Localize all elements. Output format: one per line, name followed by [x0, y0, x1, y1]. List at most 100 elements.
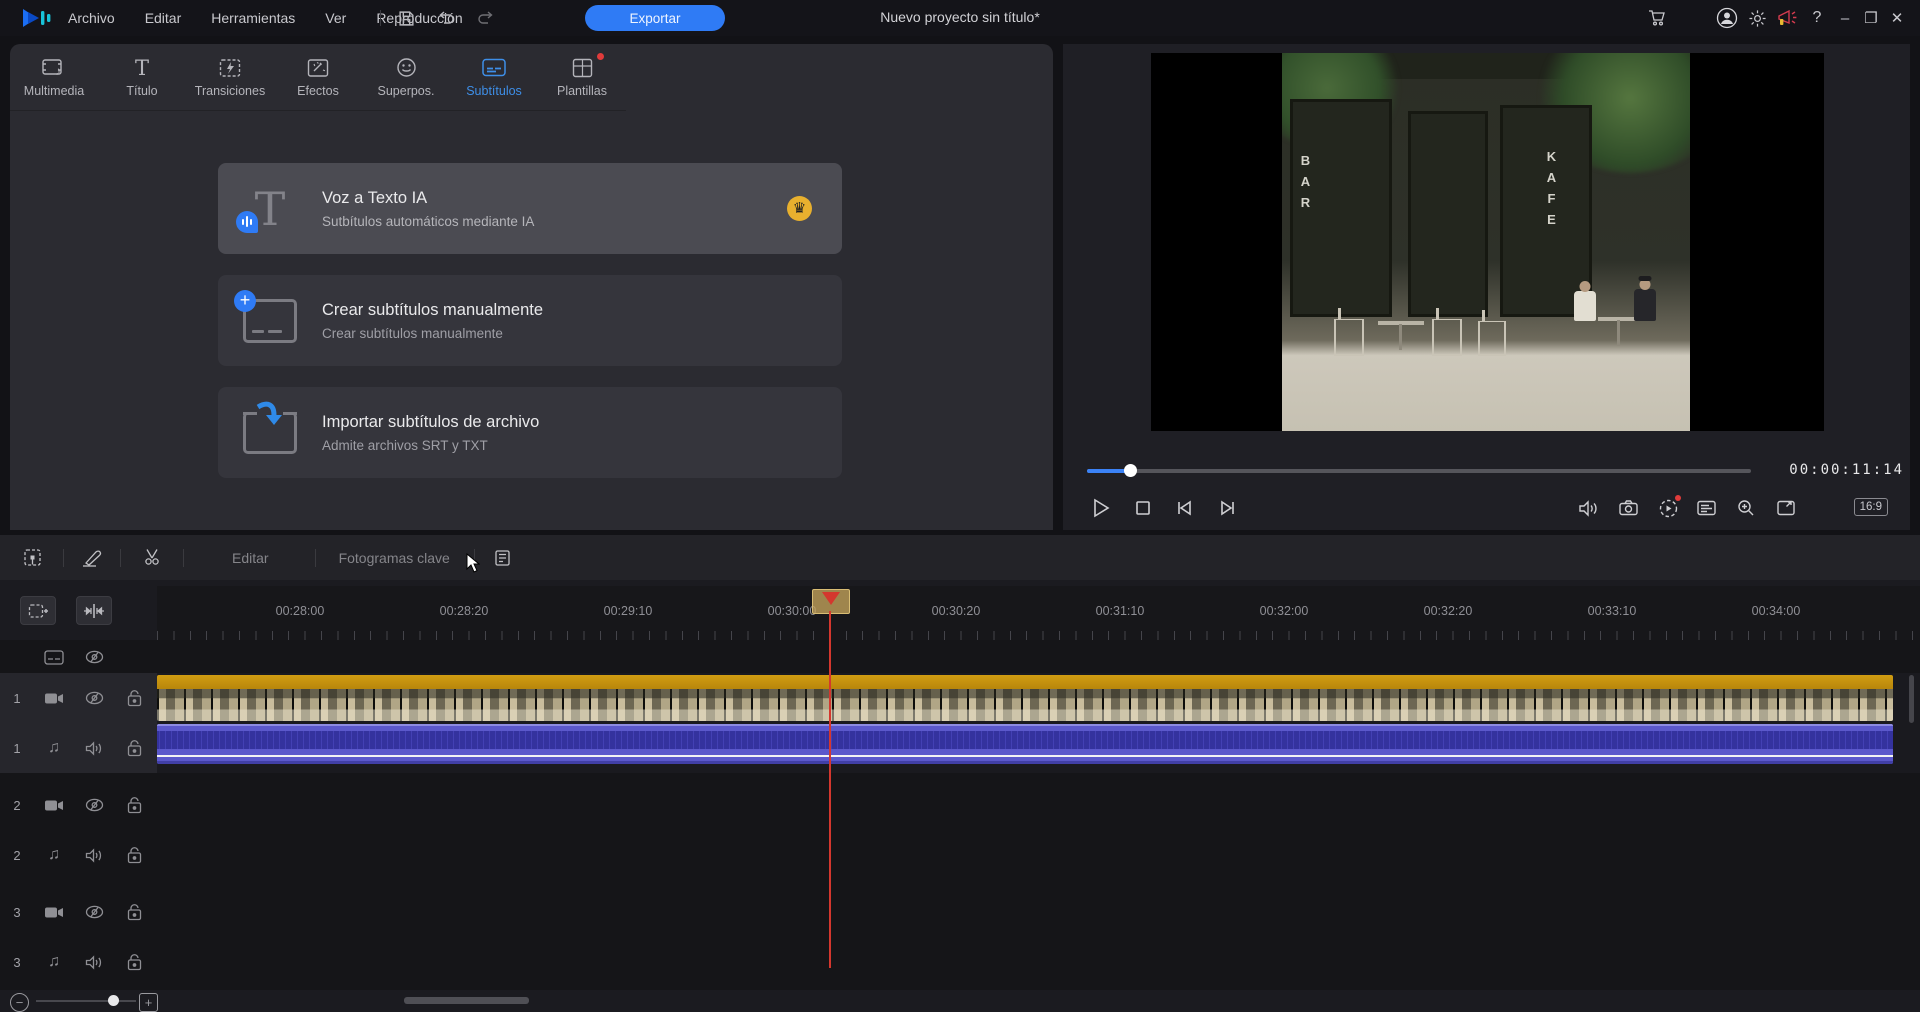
seek-bar[interactable]: [1087, 469, 1751, 473]
audio-clip[interactable]: [157, 724, 1893, 764]
lock-icon[interactable]: [114, 797, 154, 814]
playback-controls: 16:9: [1063, 490, 1910, 526]
snapshot-camera-button[interactable]: [1614, 494, 1642, 522]
tab-label: Plantillas: [557, 84, 607, 98]
timeline-zoom-handle[interactable]: [108, 995, 119, 1006]
scene-chair: [1432, 319, 1462, 356]
speaker-icon[interactable]: [74, 741, 114, 756]
stop-button[interactable]: [1129, 494, 1157, 522]
ruler-label: 00:29:10: [588, 604, 668, 618]
visibility-eye-icon[interactable]: [74, 691, 114, 705]
previous-frame-button[interactable]: [1171, 494, 1199, 522]
tracks-vertical-scrollbar[interactable]: [1909, 675, 1914, 723]
subtitle-visibility-icon[interactable]: [74, 650, 114, 664]
lock-icon[interactable]: [114, 740, 154, 757]
preview-zoom-button[interactable]: [1732, 494, 1760, 522]
close-button[interactable]: ✕: [1884, 9, 1910, 27]
track-number: 3: [0, 955, 34, 970]
scene-sign-bar: BAR: [1298, 153, 1313, 216]
keyframes-button[interactable]: Fotogramas clave: [339, 550, 450, 566]
horizontal-scrollbar[interactable]: [404, 997, 529, 1004]
card-voz-a-texto-ia[interactable]: T Voz a Texto IA Sutbítulos automáticos …: [218, 163, 842, 254]
notification-dot: [597, 53, 604, 60]
lock-icon[interactable]: [114, 954, 154, 971]
cart-icon[interactable]: [1642, 9, 1672, 27]
menu-herramientas[interactable]: Herramientas: [211, 10, 295, 26]
app-logo-icon: [22, 7, 56, 29]
track-row-video-1: 1: [0, 673, 1920, 723]
speaker-icon[interactable]: [74, 955, 114, 970]
ruler-corner: [0, 586, 157, 640]
minimize-button[interactable]: –: [1832, 10, 1858, 27]
lock-icon[interactable]: [114, 690, 154, 707]
mute-button[interactable]: [1574, 494, 1602, 522]
toolbar-separator: [315, 549, 316, 567]
play-button[interactable]: [1087, 494, 1115, 522]
timeline-zoom-slider[interactable]: [36, 1000, 136, 1002]
menu-ver[interactable]: Ver: [325, 10, 346, 26]
title-icon: T: [135, 57, 149, 79]
premium-crown-icon: ♛: [787, 196, 812, 221]
track-manager-icon[interactable]: [489, 545, 515, 571]
audio-clip-top-edge: [157, 724, 1893, 726]
track-number: 2: [0, 848, 34, 863]
scene-table: [1378, 321, 1424, 325]
video-clip-header: [157, 675, 1893, 689]
tab-subtitulos[interactable]: Subtítulos: [450, 44, 538, 110]
visibility-eye-icon[interactable]: [74, 905, 114, 919]
render-preview-button[interactable]: [1654, 494, 1682, 522]
visibility-eye-icon[interactable]: [74, 798, 114, 812]
mark-inout-button[interactable]: [1692, 494, 1720, 522]
card-importar-subtitulos[interactable]: Importar subtítulos de archivo Admite ar…: [218, 387, 842, 478]
video-clip-filmstrip: [157, 689, 1893, 721]
next-frame-button[interactable]: [1213, 494, 1241, 522]
media-panel: ♪ Multimedia T Título Transiciones: [10, 44, 1053, 530]
video-camera-icon: [34, 906, 74, 919]
playhead-marker[interactable]: [812, 589, 850, 614]
timeline-ruler[interactable]: 00:28:00 00:28:20 00:29:10 00:30:00 00:3…: [0, 586, 1920, 640]
align-to-playhead-button[interactable]: [76, 596, 112, 625]
settings-gear-icon[interactable]: [1742, 9, 1772, 28]
split-scissors-icon[interactable]: [139, 545, 165, 571]
export-button[interactable]: Exportar: [585, 5, 725, 31]
tab-transiciones[interactable]: Transiciones: [186, 44, 274, 110]
pen-tool-icon[interactable]: [80, 545, 106, 571]
add-clip-button[interactable]: [20, 596, 56, 625]
restore-button[interactable]: ❐: [1858, 9, 1884, 27]
tab-plantillas[interactable]: Plantillas: [538, 44, 626, 110]
tab-multimedia[interactable]: ♪ Multimedia: [10, 44, 98, 110]
redo-icon[interactable]: [477, 10, 495, 26]
tab-titulo[interactable]: T Título: [98, 44, 186, 110]
lock-icon[interactable]: [114, 904, 154, 921]
zoom-out-button[interactable]: −: [10, 993, 29, 1012]
templates-icon: [572, 57, 593, 79]
speaker-icon[interactable]: [74, 848, 114, 863]
playhead-line[interactable]: [829, 611, 831, 968]
aspect-ratio-label[interactable]: 16:9: [1854, 498, 1888, 516]
card-crear-subtitulos[interactable]: + Crear subtítulos manualmente Crear sub…: [218, 275, 842, 366]
account-icon[interactable]: [1712, 7, 1742, 29]
tab-efectos[interactable]: Efectos: [274, 44, 362, 110]
help-icon[interactable]: ?: [1802, 9, 1832, 27]
save-icon[interactable]: [398, 10, 415, 27]
plus-badge-icon: +: [234, 290, 256, 312]
video-frame: BAR KAFE: [1282, 53, 1690, 431]
menu-editar[interactable]: Editar: [145, 10, 182, 26]
subtitle-track-icon[interactable]: [34, 650, 74, 665]
track-row-audio-3: 3 ♫: [0, 937, 1920, 987]
magnetic-timeline-icon[interactable]: [19, 545, 45, 571]
megaphone-icon[interactable]: [1772, 8, 1802, 28]
lock-icon[interactable]: [114, 847, 154, 864]
undo-icon[interactable]: [437, 10, 455, 26]
video-clip[interactable]: [157, 675, 1893, 721]
seek-handle[interactable]: [1124, 464, 1137, 477]
effects-icon: [307, 57, 329, 79]
preview-panel: BAR KAFE 00:00:11:14: [1063, 44, 1910, 530]
card-title: Voz a Texto IA: [322, 189, 534, 208]
fullscreen-button[interactable]: [1772, 494, 1800, 522]
edit-button[interactable]: Editar: [232, 550, 269, 566]
subtitle-options: T Voz a Texto IA Sutbítulos automáticos …: [218, 163, 842, 499]
zoom-in-button[interactable]: +: [139, 993, 158, 1012]
menu-archivo[interactable]: Archivo: [68, 10, 115, 26]
tab-superposiciones[interactable]: Superpos.: [362, 44, 450, 110]
